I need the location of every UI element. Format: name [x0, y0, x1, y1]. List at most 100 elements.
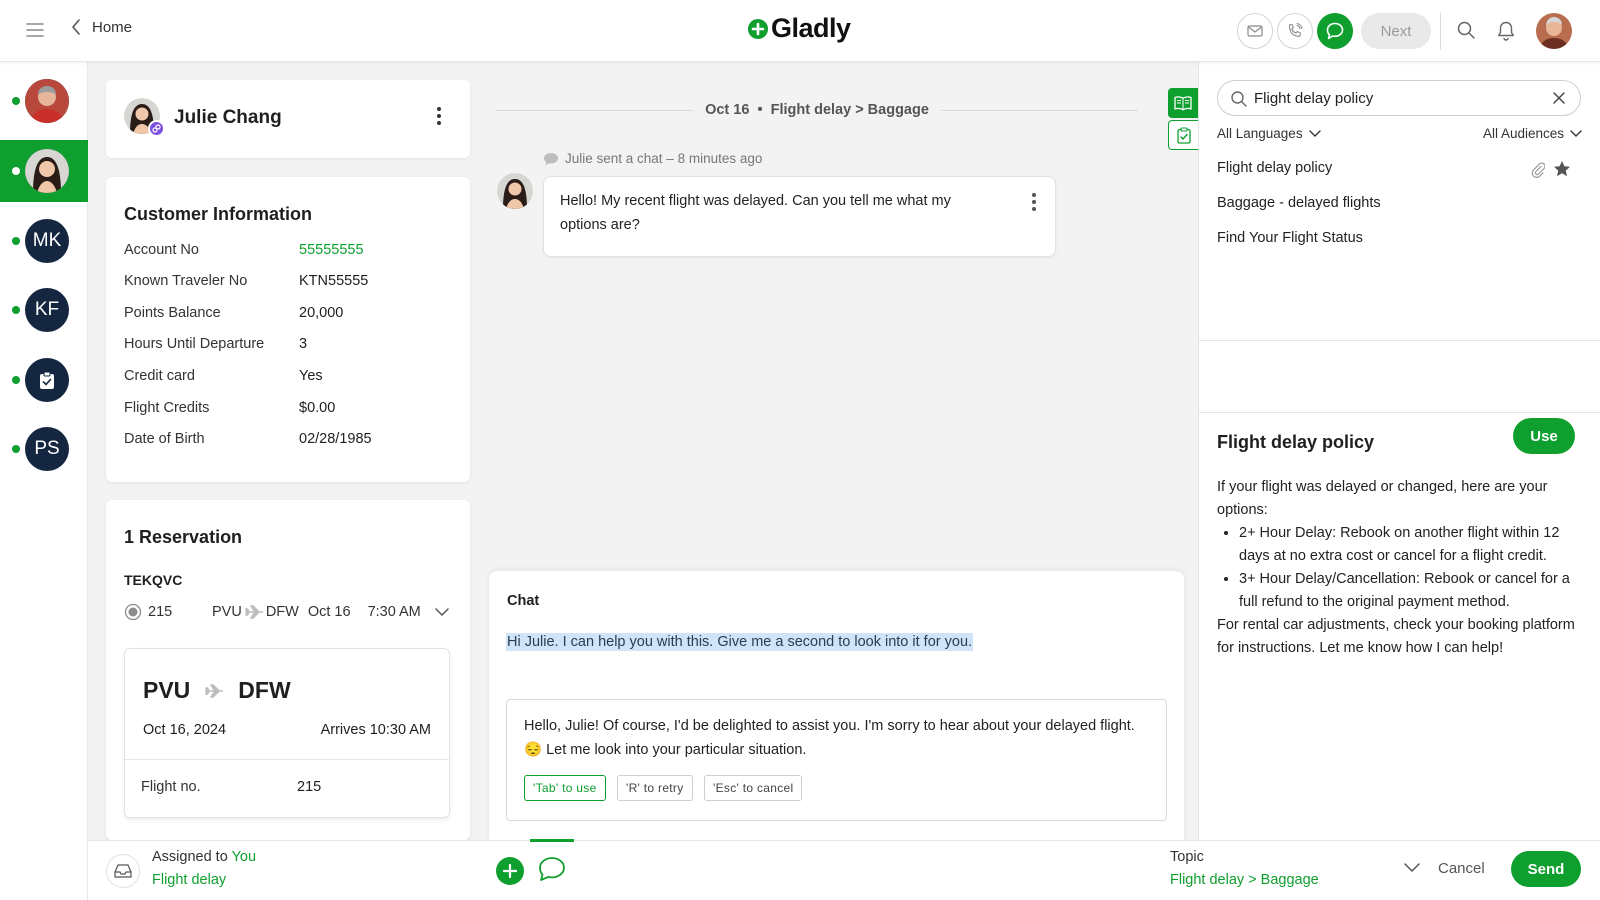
home-link[interactable]: Home [70, 18, 132, 36]
kb-result-item[interactable]: Flight delay policy [1217, 160, 1581, 176]
open-book-icon [1174, 96, 1192, 111]
departure-date: Oct 16, 2024 [143, 722, 227, 738]
customer-information-card: Customer Information Account No 55555555 … [106, 177, 470, 482]
reservation-flight-no: 215 [148, 604, 173, 620]
paperclip-icon [1531, 162, 1545, 178]
customer-avatar [25, 79, 69, 123]
active-dot [12, 237, 20, 245]
chevron-down-icon[interactable] [1404, 863, 1420, 873]
info-row: Points Balance 20,000 [124, 305, 454, 327]
article-bullet: 3+ Hour Delay/Cancellation: Rebook or ca… [1239, 568, 1583, 614]
divider [1199, 412, 1600, 413]
retry-suggestion-chip[interactable]: 'R' to retry [617, 775, 693, 801]
info-value: KTN55555 [299, 273, 369, 289]
star-icon[interactable] [1553, 160, 1571, 178]
destination-code: DFW [238, 677, 291, 703]
chat-channel-toggle[interactable] [538, 856, 566, 882]
rail-conversation-3[interactable]: MK [0, 210, 88, 272]
use-suggestion-chip[interactable]: 'Tab' to use [524, 775, 606, 801]
article-intro: If your flight was delayed or changed, h… [1217, 479, 1548, 518]
sad-face-emoji: 😔 [524, 741, 543, 758]
cancel-suggestion-chip[interactable]: 'Esc' to cancel [704, 775, 803, 801]
reservation-card: 1 Reservation TEKQVC 215 PVU DFW Oct 16 … [106, 500, 470, 840]
clipboard-check-icon [1176, 126, 1191, 144]
audience-filter-label: All Audiences [1482, 126, 1564, 141]
divider [125, 759, 449, 760]
email-icon [1247, 25, 1263, 37]
email-channel-button[interactable] [1237, 13, 1273, 49]
active-dot [12, 97, 20, 105]
more-options-icon[interactable] [432, 104, 446, 128]
info-row: Account No 55555555 [124, 242, 454, 264]
add-button[interactable] [496, 857, 524, 885]
customer-name: Julie Chang [174, 107, 282, 128]
gladly-logo: Gladly [748, 13, 851, 44]
customer-avatar [497, 173, 533, 209]
task-avatar [25, 358, 69, 402]
info-row: Date of Birth 02/28/1985 [124, 431, 454, 453]
assigned-to-line: Assigned to You [152, 849, 256, 865]
kb-result-item[interactable]: Find Your Flight Status [1217, 230, 1581, 246]
topic-value[interactable]: Flight delay > Baggage [1170, 872, 1319, 888]
link-icon [152, 124, 161, 133]
chevron-down-icon [1570, 129, 1582, 137]
chevron-left-icon [72, 19, 80, 35]
info-value: 3 [299, 336, 308, 352]
message-meta-text: Julie sent a chat – 8 minutes ago [565, 151, 763, 166]
active-dot [12, 376, 20, 384]
language-filter-label: All Languages [1217, 126, 1303, 141]
assignee-link[interactable]: You [232, 849, 256, 865]
chevron-down-icon [1308, 129, 1321, 137]
inbox-icon [106, 854, 140, 888]
kb-search-input[interactable] [1254, 81, 1544, 115]
send-button[interactable]: Send [1511, 851, 1581, 887]
rail-conversation-1[interactable] [0, 70, 88, 132]
search-icon [1231, 91, 1247, 107]
route-heading: PVU DFW [143, 677, 291, 704]
initials-avatar: MK [25, 219, 69, 263]
bottom-bar: Assigned to You Flight delay Topic Fligh… [88, 839, 1600, 900]
airplane-icon [205, 683, 224, 698]
top-divider [1440, 12, 1441, 50]
suggestion-text-end: Let me look into your particular situati… [546, 741, 807, 758]
search-icon[interactable] [1456, 20, 1476, 40]
chat-channel-button[interactable] [1317, 13, 1353, 49]
active-channel-indicator [530, 839, 574, 842]
topic-label: Topic [1170, 849, 1204, 865]
plus-circle-icon [748, 18, 768, 39]
info-row: Credit card Yes [124, 368, 454, 390]
info-label: Credit card [124, 368, 195, 384]
conversation-topic-header: Oct 16 • Flight delay > Baggage [705, 102, 929, 118]
phone-channel-button[interactable] [1277, 13, 1313, 49]
inbox-link[interactable]: Flight delay [152, 872, 226, 888]
cancel-button[interactable]: Cancel [1438, 860, 1485, 877]
info-row: Flight Credits $0.00 [124, 400, 454, 422]
user-avatar[interactable] [1536, 13, 1572, 49]
message-more-icon[interactable] [1028, 191, 1040, 213]
rail-conversation-2[interactable] [0, 140, 88, 202]
reservation-detail-panel: PVU DFW Oct 16, 2024 Arrives 10:30 AM Fl… [124, 648, 450, 818]
menu-icon[interactable] [24, 19, 46, 41]
bell-icon[interactable] [1496, 20, 1516, 42]
tasks-tab[interactable] [1168, 120, 1198, 150]
info-value: Yes [299, 368, 323, 384]
audience-filter[interactable]: All Audiences [1483, 126, 1582, 141]
kb-result-item[interactable]: Baggage - delayed flights [1217, 195, 1581, 211]
composer-title: Chat [507, 593, 540, 609]
rail-conversation-6[interactable]: PS [0, 418, 88, 480]
reservation-summary-row[interactable]: 215 PVU DFW Oct 16 7:30 AM [124, 603, 454, 621]
article-bullet: 2+ Hour Delay: Rebook on another flight … [1239, 522, 1583, 568]
radio-icon [124, 603, 142, 621]
rail-task-item[interactable] [0, 349, 88, 411]
knowledge-base-tab[interactable] [1168, 88, 1198, 118]
language-filter[interactable]: All Languages [1217, 126, 1321, 141]
article-title: Flight delay policy [1217, 432, 1375, 452]
next-button[interactable]: Next [1361, 13, 1431, 49]
info-value: 20,000 [299, 305, 344, 321]
account-no-link[interactable]: 55555555 [299, 242, 364, 264]
composer-draft-text[interactable]: Hi Julie. I can help you with this. Give… [506, 633, 974, 651]
rail-conversation-4[interactable]: KF [0, 279, 88, 341]
close-icon[interactable] [1552, 91, 1566, 105]
use-article-button[interactable]: Use [1513, 418, 1575, 454]
reservation-date: Oct 16 [307, 604, 351, 620]
